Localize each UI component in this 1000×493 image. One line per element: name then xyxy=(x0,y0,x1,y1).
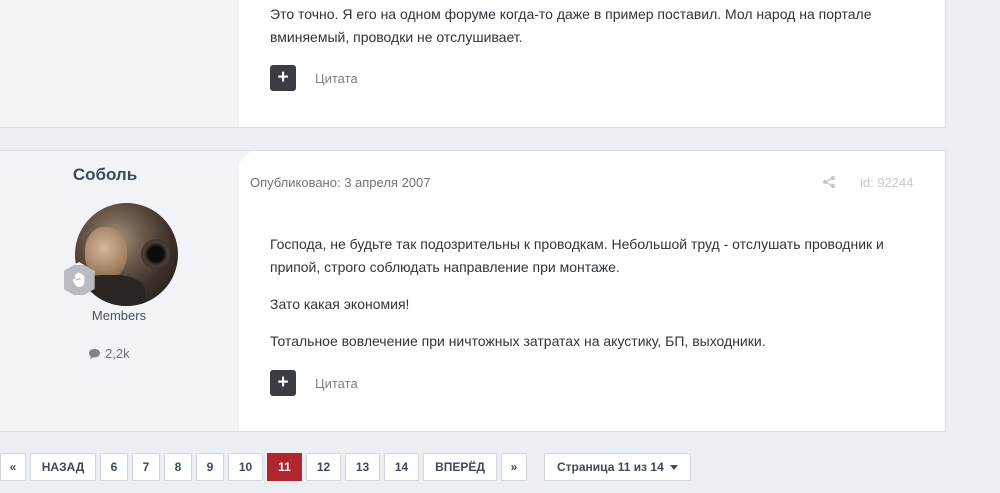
page-button-12[interactable]: 12 xyxy=(306,453,341,481)
multiquote-button[interactable]: + xyxy=(270,65,296,91)
page-button-6[interactable]: 6 xyxy=(100,453,128,481)
reputation: 2,2k xyxy=(88,346,130,361)
post-paragraph: Тотальное вовлечение при ничтожных затра… xyxy=(270,333,766,349)
post-paragraph: Зато какая экономия! xyxy=(270,296,410,312)
multiquote-button[interactable]: + xyxy=(270,370,296,396)
page-button-9[interactable]: 9 xyxy=(196,453,224,481)
page-button-10[interactable]: 10 xyxy=(228,453,263,481)
quote-button[interactable]: Цитата xyxy=(315,71,358,86)
author-column: Соболь Members 2,2k xyxy=(0,151,239,431)
page-button-7[interactable]: 7 xyxy=(132,453,160,481)
post-previous: Это точно. Я его на одном форуме когда-т… xyxy=(0,0,946,128)
author-name[interactable]: Соболь xyxy=(0,165,210,185)
post-controls: + Цитата xyxy=(270,370,358,396)
prev-page-button[interactable]: НАЗАД xyxy=(30,453,96,481)
pagination: « НАЗАД 6 7 8 9 10 11 12 13 14 ВПЕРЁД » xyxy=(0,453,531,481)
page-jump-dropdown[interactable]: Страница 11 из 14 xyxy=(544,453,691,481)
post-date[interactable]: Опубликовано: 3 апреля 2007 xyxy=(250,175,431,190)
page-jump-label: Страница 11 из 14 xyxy=(557,460,664,474)
quote-button[interactable]: Цитата xyxy=(315,376,358,391)
share-icon[interactable] xyxy=(822,175,836,189)
post-body: Это точно. Я его на одном форуме когда-т… xyxy=(270,3,910,49)
post: Соболь Members 2,2k Опубликовано: 3 апре… xyxy=(0,150,946,432)
post-arrow xyxy=(239,151,251,163)
page-button-11-current[interactable]: 11 xyxy=(267,453,302,481)
plus-icon: + xyxy=(277,67,289,88)
post-paragraph: Господа, не будьте так подозрительны к п… xyxy=(270,236,884,275)
author-column xyxy=(0,0,239,127)
post-id: id: 92244 xyxy=(860,175,914,190)
post-body: Господа, не будьте так подозрительны к п… xyxy=(270,233,910,367)
member-group: Members xyxy=(91,308,147,323)
first-page-button[interactable]: « xyxy=(0,453,26,481)
page-button-14[interactable]: 14 xyxy=(384,453,419,481)
post-controls: + Цитата xyxy=(270,65,358,91)
chevron-down-icon xyxy=(669,464,678,470)
last-page-button[interactable]: » xyxy=(501,453,527,481)
comment-icon xyxy=(88,348,101,359)
page-button-8[interactable]: 8 xyxy=(164,453,192,481)
avatar-barrel xyxy=(141,239,171,269)
plus-icon: + xyxy=(277,372,289,393)
next-page-button[interactable]: ВПЕРЁД xyxy=(423,453,497,481)
post-paragraph: Это точно. Я его на одном форуме когда-т… xyxy=(270,6,872,45)
hand-icon xyxy=(72,272,85,288)
page-button-13[interactable]: 13 xyxy=(345,453,380,481)
reputation-count: 2,2k xyxy=(105,346,130,361)
